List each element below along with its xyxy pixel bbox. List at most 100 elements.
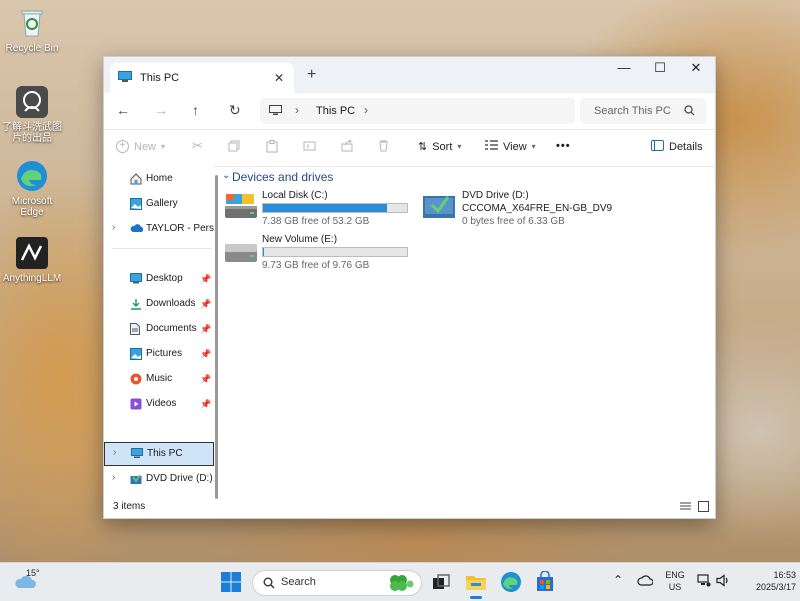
monitor-icon	[269, 105, 282, 119]
chevron-right-icon[interactable]: ›	[113, 447, 116, 458]
onedrive-cloud-icon[interactable]	[637, 575, 653, 589]
desktop-icon-label: 了解斗洗武图片的出品	[0, 122, 64, 144]
dvd-drive-icon	[422, 192, 456, 223]
drive-local-disk-c[interactable]: Local Disk (C:) 7.38 GB free of 53.2 GB	[222, 190, 422, 230]
sidebar-item-label: Gallery	[146, 198, 178, 209]
drive-free-space: 0 bytes free of 6.33 GB	[462, 216, 565, 227]
drive-dvd-d[interactable]: DVD Drive (D:) CCCOMA_X64FRE_EN-GB_DV9 0…	[422, 190, 622, 230]
navigation-bar: ← → ↑ ↻ › This PC › Search This PC	[104, 93, 715, 129]
paste-icon[interactable]	[266, 140, 278, 153]
breadcrumb-chevron[interactable]: ›	[364, 103, 368, 117]
sidebar-item-this-pc[interactable]: › This PC	[104, 442, 214, 466]
collapse-chevron-icon[interactable]: ⌄	[222, 170, 230, 181]
pin-icon: 📌	[200, 274, 211, 285]
minimize-button[interactable]: —	[606, 57, 642, 81]
delete-icon[interactable]	[378, 140, 389, 152]
details-button[interactable]: Details	[651, 140, 703, 154]
tiles-view-icon[interactable]	[698, 501, 709, 515]
sidebar-item-dvd-drive[interactable]: › DVD Drive (D:) C	[104, 468, 212, 490]
language-indicator[interactable]: ENG US	[662, 569, 688, 593]
details-view-icon[interactable]	[680, 502, 691, 515]
sidebar-item-label: Music	[146, 373, 172, 384]
sidebar-item-onedrive[interactable]: › TAYLOR - Person	[104, 218, 212, 240]
desktop-icon-shortcut[interactable]: 了解斗洗武图片的出品	[0, 85, 64, 144]
drive-free-space: 9.73 GB free of 9.76 GB	[262, 260, 369, 271]
new-tab-button[interactable]: +	[307, 66, 316, 84]
weather-widget[interactable]: 15°	[14, 569, 54, 595]
sort-icon: ⇅	[418, 140, 427, 153]
more-options-button[interactable]: •••	[556, 140, 571, 152]
music-icon	[130, 373, 142, 385]
desktop-icon-label: AnythingLLM	[0, 273, 64, 284]
clock-date: 2025/3/17	[736, 581, 796, 593]
view-button[interactable]: View ▾	[485, 140, 536, 153]
show-hidden-icons-chevron[interactable]: ⌃	[613, 573, 623, 587]
gallery-icon	[130, 198, 142, 210]
rename-icon[interactable]	[303, 140, 316, 152]
desktop-icon-edge[interactable]: Microsoft Edge	[0, 159, 64, 218]
taskbar-search-box[interactable]: Search	[252, 570, 422, 596]
sidebar-item-videos[interactable]: Videos 📌	[104, 393, 212, 415]
sidebar-item-pictures[interactable]: Pictures 📌	[104, 343, 212, 365]
sort-label: Sort	[432, 141, 452, 153]
new-button[interactable]: + New ▾	[116, 140, 165, 153]
sidebar-item-label: Documents	[146, 323, 197, 334]
photo-app-icon	[15, 85, 49, 119]
chevron-right-icon[interactable]: ›	[112, 472, 115, 483]
desktop-icon-label: Recycle Bin	[0, 43, 64, 54]
copy-icon[interactable]	[228, 140, 240, 152]
desktop-icon-recycle-bin[interactable]: Recycle Bin	[0, 6, 64, 54]
address-bar[interactable]: › This PC ›	[260, 98, 575, 124]
file-explorer-taskbar-icon[interactable]	[465, 571, 487, 593]
share-icon[interactable]	[341, 140, 353, 152]
breadcrumb-this-pc[interactable]: This PC	[316, 105, 355, 117]
language-code: ENG	[662, 569, 688, 581]
sidebar-item-home[interactable]: Home	[104, 168, 212, 190]
sidebar-item-music[interactable]: Music 📌	[104, 368, 212, 390]
desktop-icon-anythingllm[interactable]: AnythingLLM	[0, 236, 64, 284]
refresh-button[interactable]: ↻	[229, 102, 241, 119]
home-icon	[130, 173, 142, 185]
tab-this-pc[interactable]: This PC ✕	[110, 63, 294, 93]
drive-new-volume-e[interactable]: New Volume (E:) 9.73 GB free of 9.76 GB	[222, 234, 422, 274]
back-button[interactable]: ←	[116, 102, 130, 118]
edge-icon[interactable]	[500, 571, 522, 593]
clock[interactable]: 16:53 2025/3/17	[736, 569, 796, 593]
sidebar-item-gallery[interactable]: Gallery	[104, 193, 212, 215]
monitor-icon	[131, 448, 143, 460]
item-count: 3 items	[113, 501, 145, 512]
search-box[interactable]: Search This PC	[580, 98, 706, 124]
videos-icon	[130, 398, 142, 410]
network-icon[interactable]	[697, 574, 711, 590]
sort-button[interactable]: ⇅ Sort ▾	[418, 140, 461, 153]
breadcrumb-separator: ›	[295, 103, 299, 117]
pin-icon: 📌	[200, 399, 211, 410]
sidebar-item-documents[interactable]: Documents 📌	[104, 318, 212, 340]
maximize-button[interactable]: ☐	[642, 57, 678, 81]
group-header[interactable]: Devices and drives	[232, 170, 333, 184]
close-tab-icon[interactable]: ✕	[274, 71, 284, 85]
task-view-icon[interactable]	[430, 571, 452, 593]
sidebar-item-downloads[interactable]: Downloads 📌	[104, 293, 212, 315]
sidebar-item-label: DVD Drive (D:) C	[146, 473, 214, 484]
close-button[interactable]: ✕	[678, 57, 714, 81]
store-icon[interactable]	[534, 571, 556, 593]
volume-icon[interactable]	[716, 574, 730, 590]
search-input[interactable]: Search This PC	[594, 105, 671, 117]
sidebar-item-label: Videos	[146, 398, 176, 409]
cut-icon[interactable]: ✂	[192, 138, 203, 154]
drive-usage-fill	[263, 204, 387, 212]
forward-button[interactable]: →	[154, 102, 168, 118]
chevron-down-icon: ▾	[457, 142, 461, 151]
chevron-down-icon: ▾	[532, 142, 536, 151]
pin-icon: 📌	[200, 299, 211, 310]
search-icon	[263, 577, 275, 592]
drive-name: Local Disk (C:)	[262, 190, 328, 201]
sidebar-item-label: Pictures	[146, 348, 182, 359]
sidebar-item-desktop[interactable]: Desktop 📌	[104, 268, 212, 290]
chevron-right-icon[interactable]: ›	[112, 222, 115, 233]
start-button[interactable]	[220, 571, 242, 593]
file-explorer-window: This PC ✕ + — ☐ ✕ ← → ↑ ↻ › This PC › Se…	[103, 56, 716, 519]
sidebar-scrollbar[interactable]	[215, 175, 218, 499]
up-button[interactable]: ↑	[192, 102, 199, 118]
